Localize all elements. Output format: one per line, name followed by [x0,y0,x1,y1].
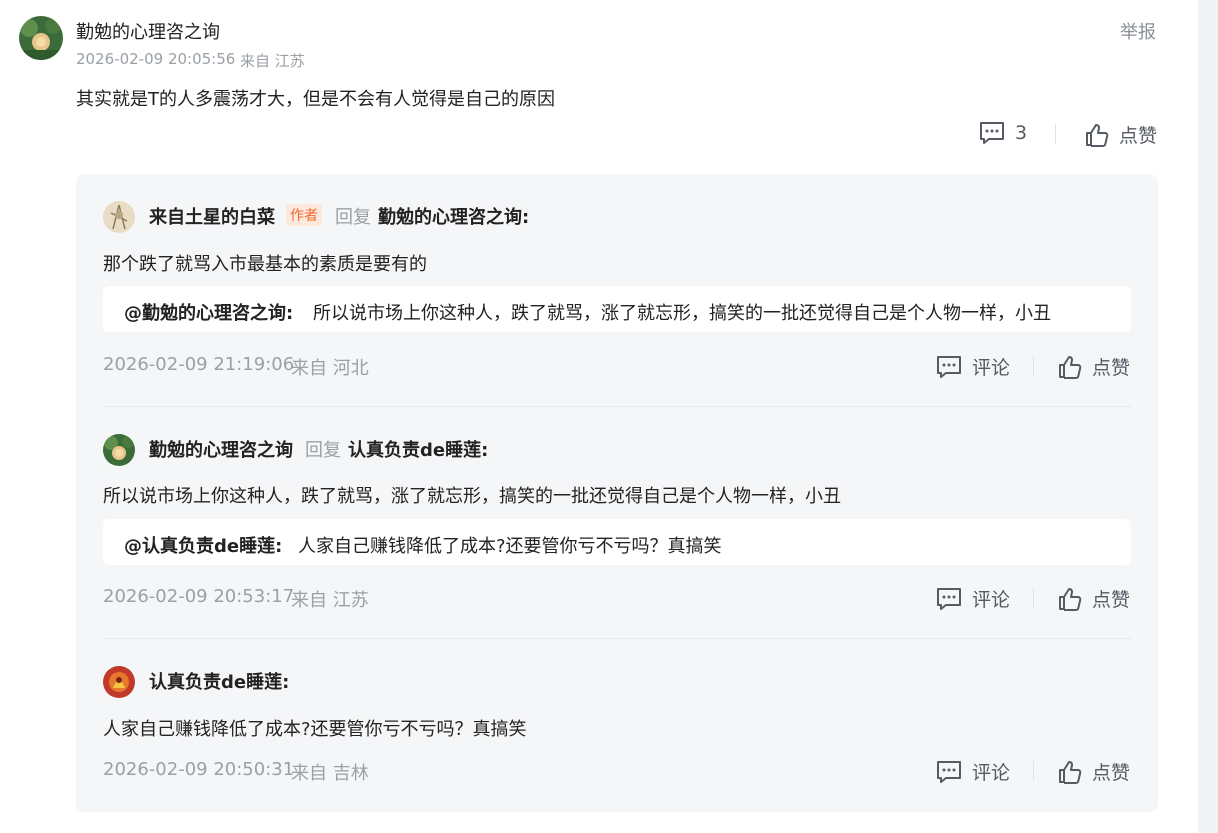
comment-icon [979,121,1015,145]
comment-label: 评论 [972,762,1011,784]
comment-username[interactable]: 勤勉的心理咨之询 [76,18,220,44]
thumbs-up-icon [1058,587,1092,611]
comment-icon [936,587,972,611]
reply-comment-button[interactable]: 评论 [936,758,1010,785]
reply-timestamp: 2026-02-09 21:19:06 [103,354,295,375]
reply-timestamp: 2026-02-09 20:50:31 [103,759,295,780]
reply-text: 人家自己赚钱降低了成本?还要管你亏不亏吗？真搞笑 [103,719,527,740]
reply-location: 来自 吉林 [291,763,369,784]
reply-text: 所以说市场上你这种人，跌了就骂，涨了就忘形，搞笑的一批还觉得自己是个人物一样，小… [103,486,841,507]
reply-text: 那个跌了就骂入市最基本的素质是要有的 [103,254,427,275]
reply-like-button[interactable]: 点赞 [1058,353,1130,380]
like-label: 点赞 [1119,125,1158,147]
thumbs-up-icon [1058,760,1092,784]
thumbs-up-icon [1085,123,1119,147]
avatar[interactable] [103,201,135,233]
avatar[interactable] [103,434,135,466]
like-label: 点赞 [1092,589,1131,611]
quote-mention[interactable]: @勤勉的心理咨之询: [124,299,293,325]
comment-thread: 勤勉的心理咨之询 2026-02-09 20:05:56 来自 江苏 举报 其实… [0,0,1218,833]
comment-count: 3 [1015,122,1028,144]
thumbs-up-icon [1058,355,1092,379]
like-button[interactable]: 点赞 [1085,121,1157,148]
comment-text: 其实就是T的人多震荡才大，但是不会有人觉得是自己的原因 [76,89,555,110]
quoted-comment: @勤勉的心理咨之询: 所以说市场上你这种人，跌了就骂，涨了就忘形，搞笑的一批还觉… [103,286,1131,332]
action-divider [1055,124,1056,144]
reply-comment-button[interactable]: 评论 [936,585,1010,612]
author-badge: 作者 [286,204,322,226]
reply-username[interactable]: 勤勉的心理咨之询 [149,436,293,462]
reply-like-button[interactable]: 点赞 [1058,758,1130,785]
like-label: 点赞 [1092,357,1131,379]
reply-timestamp: 2026-02-09 20:53:17 [103,586,295,607]
avatar[interactable] [103,666,135,698]
reply-word: 回复 [335,207,371,228]
quote-mention[interactable]: @认真负责de睡莲: [124,532,282,558]
reply-divider [103,406,1131,407]
reply-to-username[interactable]: 认真负责de睡莲: [348,436,488,462]
quote-text: 所以说市场上你这种人，跌了就骂，涨了就忘形，搞笑的一批还觉得自己是个人物一样，小… [313,303,1051,324]
avatar[interactable] [19,16,63,60]
comment-label: 评论 [972,589,1011,611]
scrollbar-track[interactable] [1198,0,1218,833]
reply-location: 来自 江苏 [291,590,369,611]
action-divider [1033,356,1034,376]
comment-timestamp: 2026-02-09 20:05:56 [76,50,236,68]
report-button[interactable]: 举报 [1120,18,1156,44]
reply-comment-button[interactable]: 评论 [936,353,1010,380]
comment-label: 评论 [972,357,1011,379]
reply-divider [103,638,1131,639]
quoted-comment: @认真负责de睡莲: 人家自己赚钱降低了成本?还要管你亏不亏吗？真搞笑 [103,519,1131,565]
comment-icon [936,355,972,379]
reply-location: 来自 河北 [291,358,369,379]
comment-location: 来自 江苏 [240,52,305,70]
reply-word: 回复 [305,440,341,461]
comment-icon [936,760,972,784]
action-divider [1033,761,1034,781]
reply-to-username[interactable]: 勤勉的心理咨之询: [378,203,529,229]
reply-username[interactable]: 认真负责de睡莲: [149,668,289,694]
comment-count-button[interactable]: 3 [979,121,1027,145]
quote-text: 人家自己赚钱降低了成本?还要管你亏不亏吗？真搞笑 [298,536,722,557]
action-divider [1033,588,1034,608]
like-label: 点赞 [1092,762,1131,784]
reply-username[interactable]: 来自土星的白菜 [149,203,275,229]
reply-like-button[interactable]: 点赞 [1058,585,1130,612]
